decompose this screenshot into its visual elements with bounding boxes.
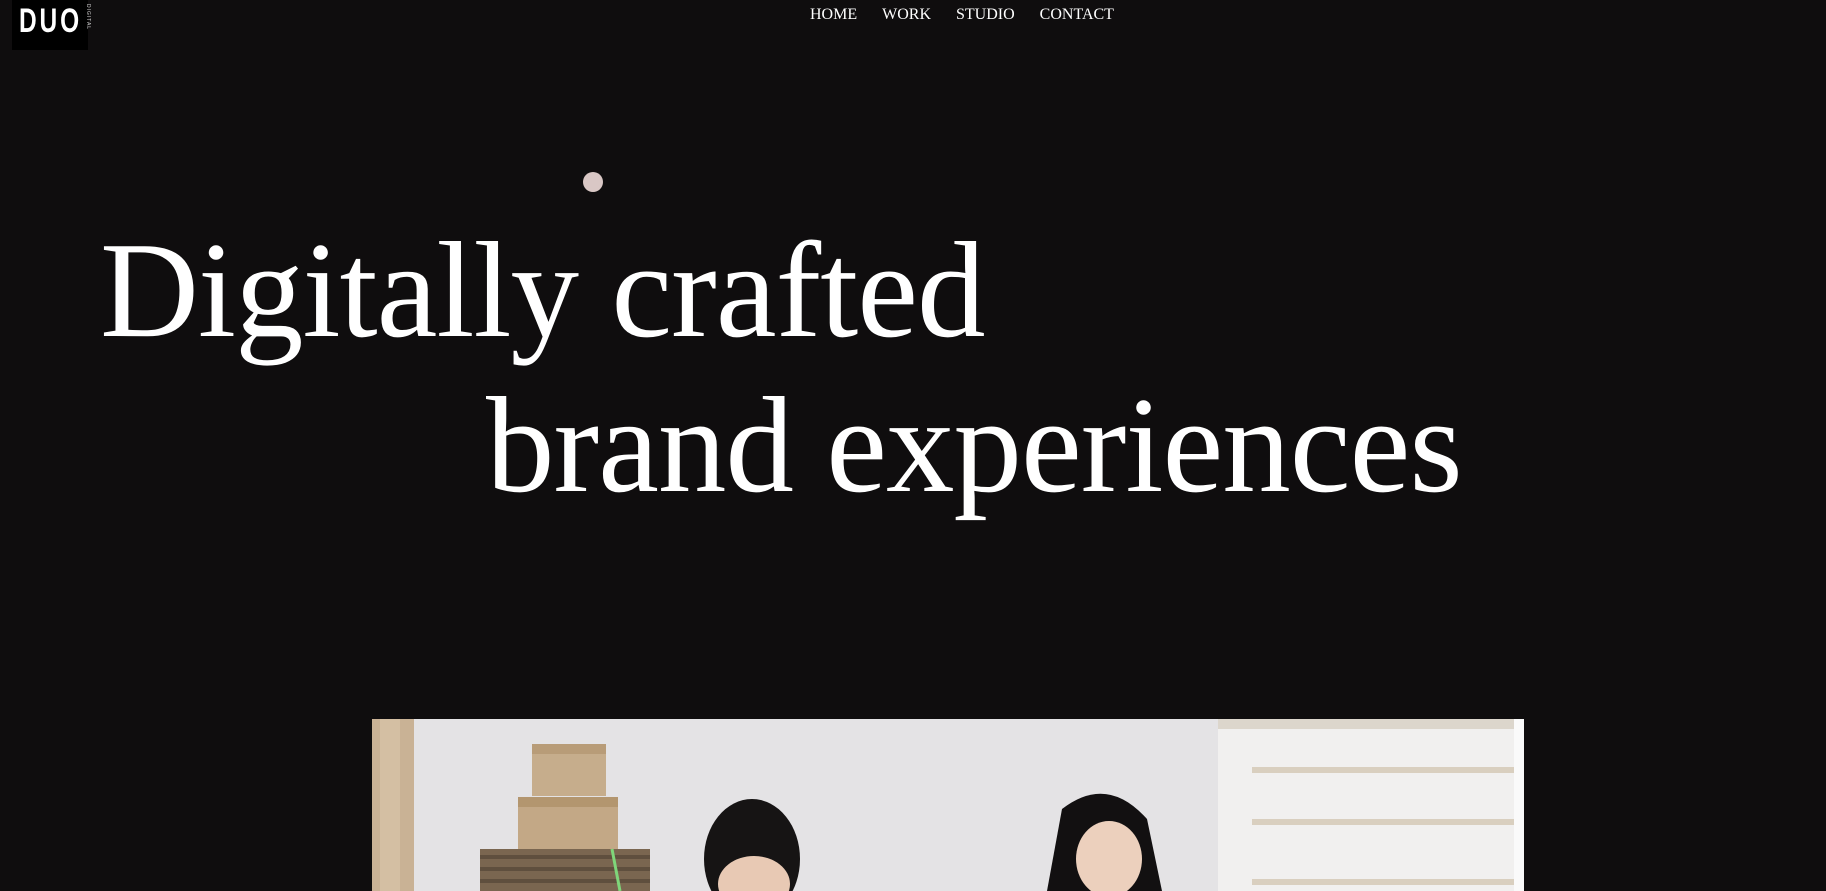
nav-home[interactable]: HOME	[810, 6, 857, 24]
logo-subtext: DIGITAL	[85, 4, 91, 31]
logo-mark: DUO	[19, 2, 83, 40]
nav-work[interactable]: WORK	[882, 6, 931, 24]
hero-heading-line-2: brand experiences	[486, 369, 1463, 521]
nav-studio[interactable]: STUDIO	[956, 6, 1015, 24]
nav-contact[interactable]: CONTACT	[1040, 6, 1114, 24]
hero-photo	[372, 719, 1524, 891]
hero-heading-line-1: Digitally crafted	[100, 214, 986, 366]
cursor-dot	[583, 172, 603, 192]
logo[interactable]: DUO DIGITAL	[12, 0, 91, 50]
main-nav: HOME WORK STUDIO CONTACT	[810, 6, 1114, 24]
